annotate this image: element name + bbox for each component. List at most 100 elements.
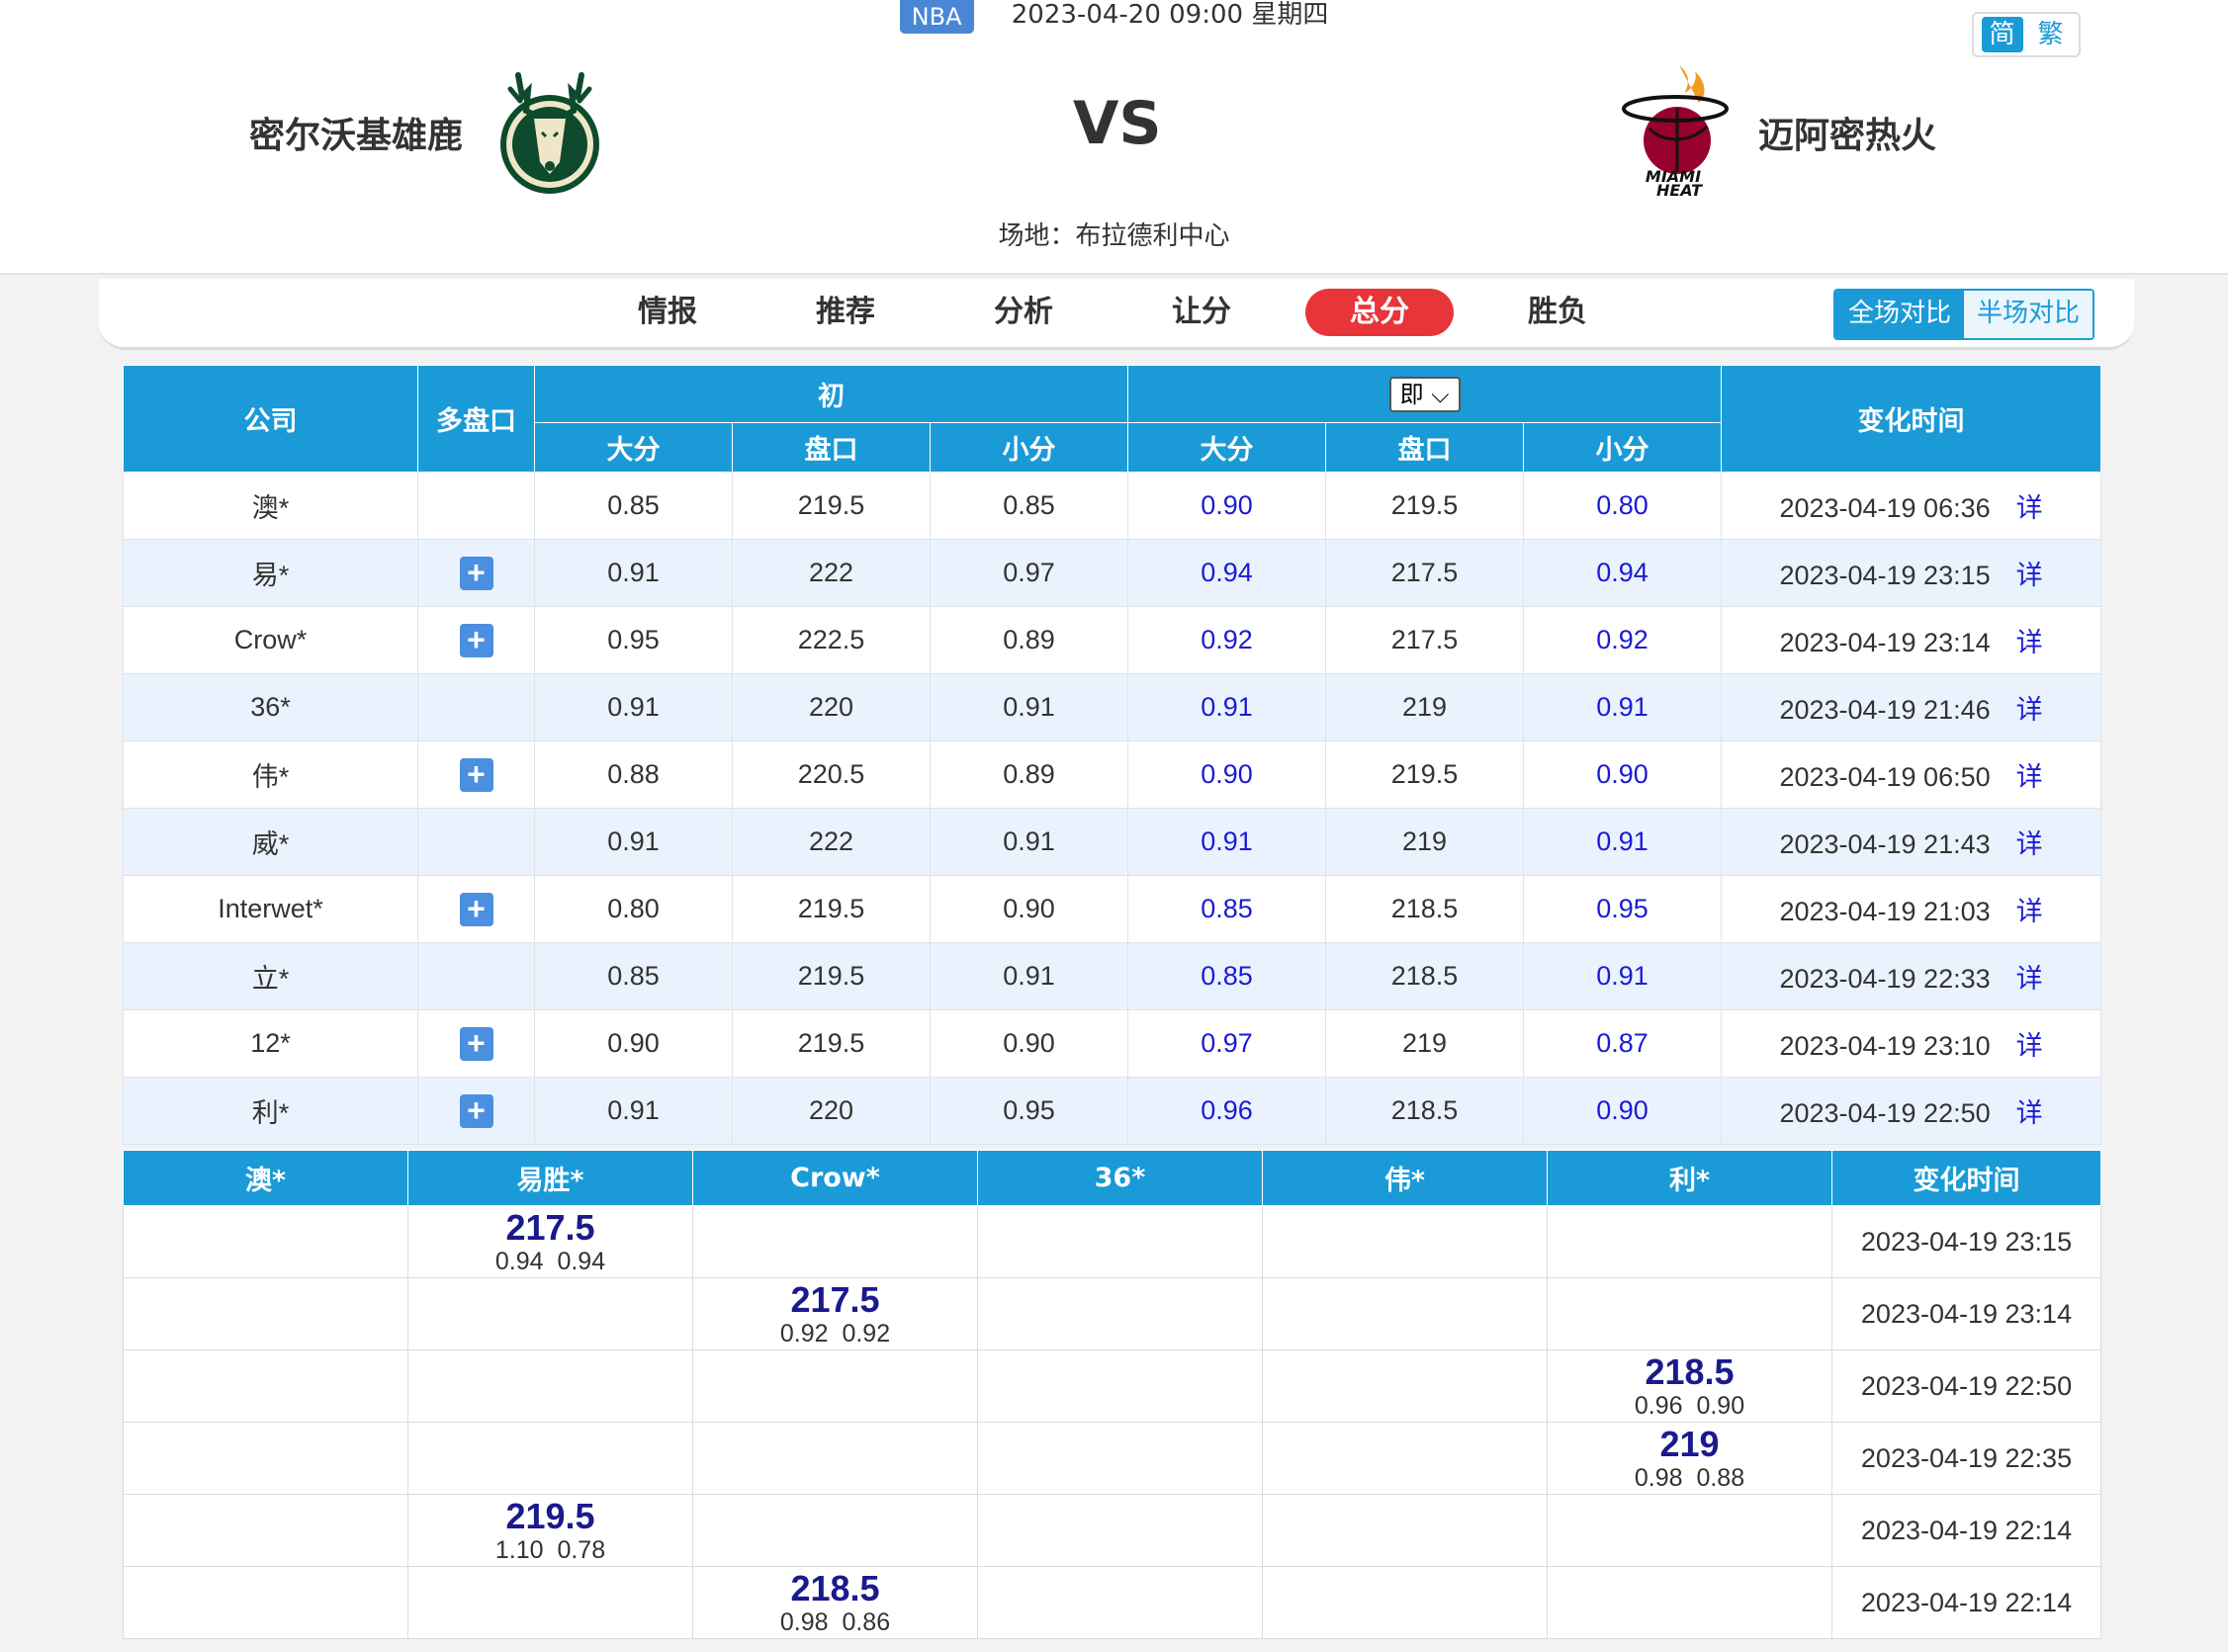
init-under-odds: 0.97 (929, 539, 1129, 607)
detail-link[interactable]: 详 (2016, 964, 2043, 995)
live-over-odds: 0.96 (1127, 1077, 1327, 1145)
history-row: 217.5 0.94 0.94 2023-04-19 23:15 (123, 1205, 2101, 1278)
history-cell (123, 1349, 408, 1423)
detail-link[interactable]: 详 (2016, 695, 2043, 726)
history-row: 219.5 1.10 0.78 2023-04-19 22:14 (123, 1494, 2101, 1567)
live-under-odds: 0.90 (1523, 740, 1723, 809)
history-cell: 218.5 0.96 0.90 (1547, 1349, 1832, 1423)
odds-table-body: 澳* 0.85 219.5 0.85 0.90 219.5 0.80 2023-04-19 0… (123, 472, 2102, 1145)
half-game-compare-button[interactable]: 半场对比 (1964, 291, 2093, 338)
live-under-odds: 0.91 (1523, 808, 1723, 876)
detail-link[interactable]: 详 (2016, 829, 2043, 860)
change-time-cell: 2023-04-19 06:50 详 (1721, 740, 2102, 809)
league-badge[interactable]: NBA (899, 0, 974, 34)
lang-traditional-button[interactable]: 繁 (2030, 17, 2072, 52)
tab-recommend[interactable]: 推荐 (771, 289, 920, 336)
history-cell (123, 1205, 408, 1278)
tab-moneyline[interactable]: 胜负 (1483, 289, 1632, 336)
detail-link[interactable]: 详 (2016, 561, 2043, 591)
change-time-cell: 2023-04-19 22:33 详 (1721, 942, 2102, 1010)
header-init-over: 大分 (534, 422, 733, 473)
live-over-odds: 0.91 (1127, 808, 1327, 876)
history-cell: 219 0.98 0.88 (1547, 1422, 1832, 1495)
history-cell: 217.5 0.94 0.94 (407, 1205, 693, 1278)
change-time-cell: 2023-04-19 23:10 详 (1721, 1009, 2102, 1078)
milwaukee-bucks-logo[interactable] (498, 67, 601, 196)
expand-plus-icon[interactable]: + (459, 757, 493, 792)
tab-spread[interactable]: 让分 (1127, 289, 1276, 336)
tab-info[interactable]: 情报 (593, 289, 742, 336)
history-odds-pair: 0.98 0.86 (779, 1609, 891, 1636)
history-header-company: 利* (1547, 1150, 1832, 1206)
change-time-cell: 2023-04-19 06:36 详 (1721, 472, 2102, 540)
history-cell (977, 1349, 1263, 1423)
init-total-line: 220 (732, 1077, 931, 1145)
expand-plus-icon[interactable]: + (459, 1026, 493, 1061)
history-cell (407, 1566, 693, 1639)
live-odds-select[interactable]: 即 ⌵ (1388, 376, 1461, 412)
tab-total[interactable]: 总分 (1305, 289, 1454, 336)
full-game-compare-button[interactable]: 全场对比 (1835, 291, 1964, 338)
live-over-odds: 0.85 (1127, 942, 1327, 1010)
live-over-odds: 0.90 (1127, 740, 1327, 809)
history-row: 217.5 0.92 0.92 2023-04-19 23:14 (123, 1277, 2101, 1350)
live-under-odds: 0.95 (1523, 875, 1723, 943)
live-over-odds: 0.97 (1127, 1009, 1327, 1078)
history-change-time: 2023-04-19 22:14 (1831, 1566, 2101, 1639)
detail-link[interactable]: 详 (2016, 1031, 2043, 1062)
change-time-cell: 2023-04-19 23:14 详 (1721, 606, 2102, 674)
live-under-odds: 0.91 (1523, 942, 1723, 1010)
init-under-odds: 0.91 (929, 942, 1129, 1010)
multi-line-cell: + (417, 539, 535, 607)
odds-row: 易* +0.91 222 0.97 0.94 217.5 0.94 2023-04-19 23… (123, 539, 2102, 607)
live-under-odds: 0.91 (1523, 673, 1723, 741)
history-cell (977, 1494, 1263, 1567)
tab-analysis[interactable]: 分析 (949, 289, 1098, 336)
company-name: 威* (123, 808, 418, 876)
multi-line-cell (417, 942, 535, 1010)
detail-link[interactable]: 详 (2016, 897, 2043, 927)
multi-line-cell (417, 472, 535, 540)
away-team-name[interactable]: 迈阿密热火 (1758, 107, 1936, 158)
history-odds-pair: 0.92 0.92 (779, 1320, 891, 1348)
history-cell (692, 1422, 978, 1495)
expand-plus-icon[interactable]: + (459, 556, 493, 590)
detail-link[interactable]: 详 (2016, 1098, 2043, 1129)
live-over-odds: 0.91 (1127, 673, 1327, 741)
history-row: 218.5 0.96 0.90 2023-04-19 22:50 (123, 1349, 2101, 1423)
history-cell (123, 1494, 408, 1567)
miami-heat-logo[interactable]: MIAMI HEAT (1622, 63, 1731, 198)
history-header-company: 易胜* (407, 1150, 693, 1206)
detail-link[interactable]: 详 (2016, 762, 2043, 793)
init-under-odds: 0.90 (929, 1009, 1129, 1078)
history-odds-pair: 0.96 0.90 (1634, 1392, 1745, 1420)
init-total-line: 222.5 (732, 606, 931, 674)
detail-link[interactable]: 详 (2016, 493, 2043, 524)
detail-link[interactable]: 详 (2016, 628, 2043, 658)
history-total-line: 218.5 (1645, 1351, 1735, 1392)
lang-simplified-button[interactable]: 简 (1981, 17, 2023, 52)
init-over-odds: 0.88 (534, 740, 733, 809)
company-name: 36* (123, 673, 418, 741)
expand-plus-icon[interactable]: + (459, 623, 493, 657)
change-time-cell: 2023-04-19 21:43 详 (1721, 808, 2102, 876)
change-time: 2023-04-19 22:33 (1779, 964, 1991, 994)
section-nav: 情报 推荐 分析 让分 总分 胜负 全场对比 半场对比 (99, 279, 2134, 350)
init-total-line: 222 (732, 808, 931, 876)
history-cell (1262, 1422, 1548, 1495)
history-cell: 217.5 0.92 0.92 (692, 1277, 978, 1350)
history-total-line: 219.5 (505, 1496, 595, 1536)
history-row: 219 0.98 0.88 2023-04-19 22:35 (123, 1422, 2101, 1495)
change-time: 2023-04-19 23:15 (1779, 561, 1991, 590)
odds-row: 威* 0.91 222 0.91 0.91 219 0.91 2023-04-19 21:43… (123, 808, 2102, 876)
history-cell (692, 1494, 978, 1567)
history-total-line: 217.5 (505, 1207, 595, 1248)
live-under-odds: 0.90 (1523, 1077, 1723, 1145)
init-total-line: 219.5 (732, 942, 931, 1010)
home-team-name[interactable]: 密尔沃基雄鹿 (249, 107, 463, 158)
expand-plus-icon[interactable]: + (459, 1093, 493, 1128)
company-name: 易* (123, 539, 418, 607)
company-name: 12* (123, 1009, 418, 1078)
init-under-odds: 0.85 (929, 472, 1129, 540)
expand-plus-icon[interactable]: + (459, 892, 493, 926)
